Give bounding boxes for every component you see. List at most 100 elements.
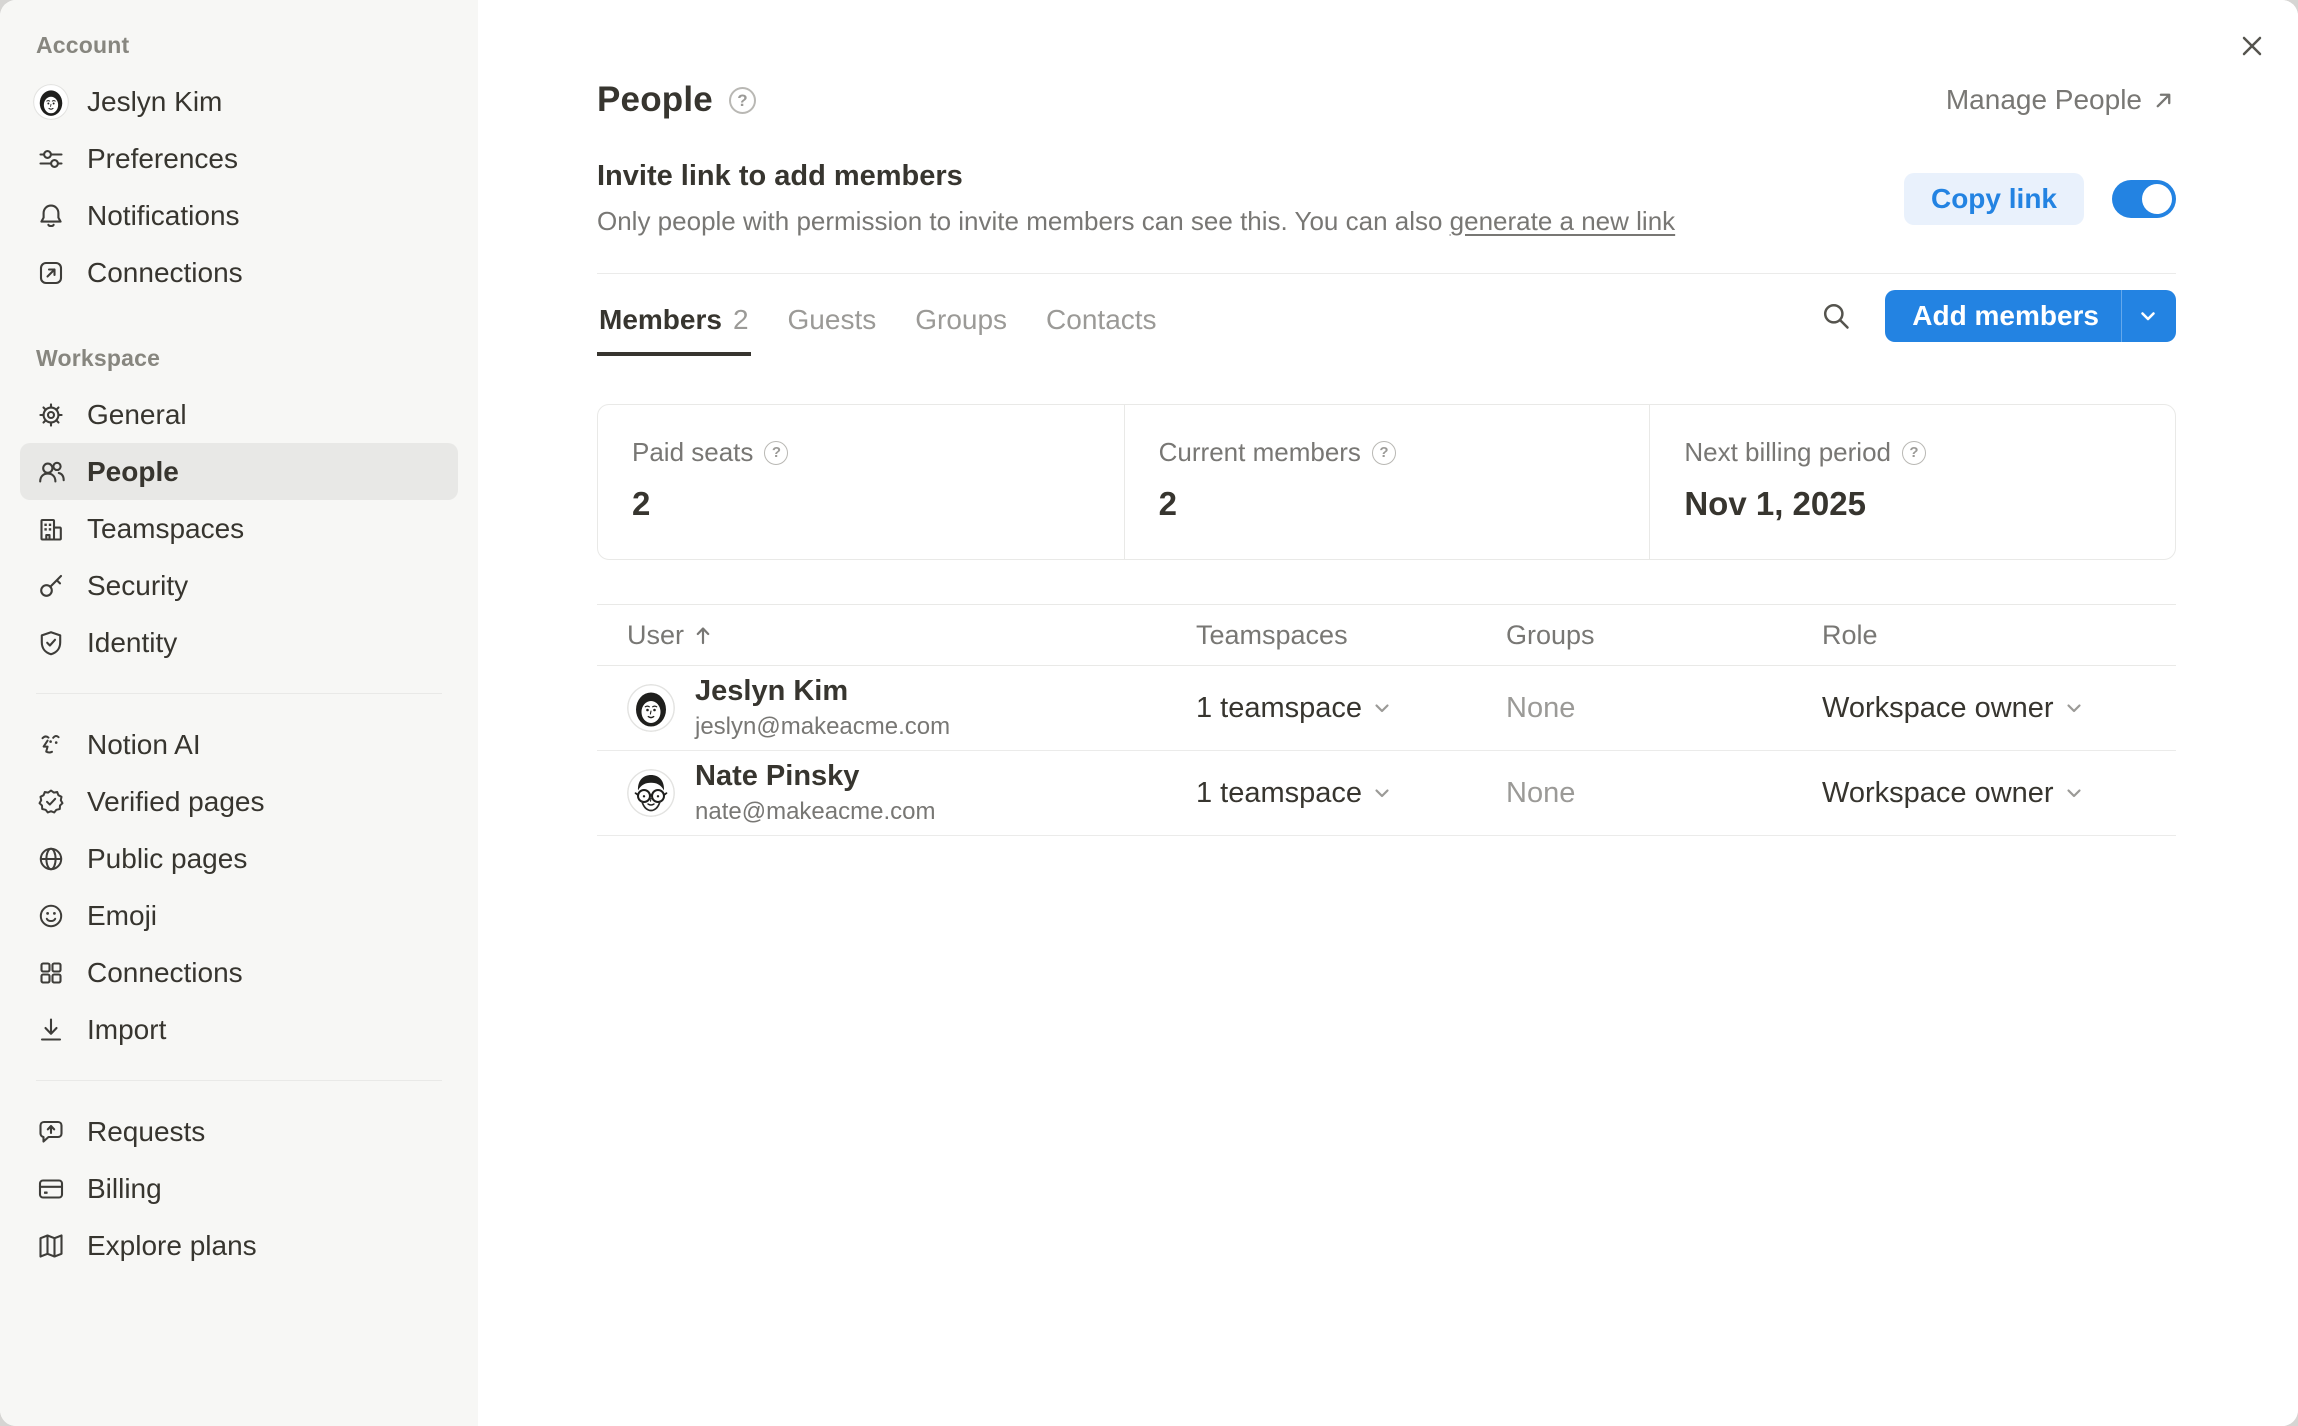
sidebar-item-label: Requests xyxy=(87,1116,205,1148)
chevron-down-icon xyxy=(2063,697,2085,719)
import-download-icon xyxy=(36,1015,66,1045)
sidebar-item-label: Public pages xyxy=(87,843,247,875)
tab-groups[interactable]: Groups xyxy=(913,292,1009,356)
sidebar-item-account-connections[interactable]: Connections xyxy=(20,244,458,301)
page-header: People ? Manage People xyxy=(597,80,2176,120)
page-title: People xyxy=(597,80,713,120)
sidebar-item-billing[interactable]: Billing xyxy=(20,1160,458,1217)
people-icon xyxy=(36,457,66,487)
sidebar-item-label: Notion AI xyxy=(87,729,201,761)
role-dropdown[interactable]: Workspace owner xyxy=(1822,777,2176,810)
credit-card-icon xyxy=(36,1174,66,1204)
help-icon[interactable]: ? xyxy=(1902,441,1926,465)
sidebar-item-emoji[interactable]: Emoji xyxy=(20,887,458,944)
generate-new-link[interactable]: generate a new link xyxy=(1450,206,1675,236)
column-header-teamspaces[interactable]: Teamspaces xyxy=(1196,620,1506,651)
globe-icon xyxy=(36,844,66,874)
table-header: User Teamspaces Groups Role xyxy=(597,604,2176,666)
groups-value: None xyxy=(1506,692,1822,725)
sidebar-item-teamspaces[interactable]: Teamspaces xyxy=(20,500,458,557)
teamspaces-dropdown[interactable]: 1 teamspace xyxy=(1196,777,1506,810)
sidebar-item-label: Billing xyxy=(87,1173,162,1205)
sidebar-item-public-pages[interactable]: Public pages xyxy=(20,830,458,887)
billing-summary: Paid seats ? 2 Current members ? 2 Next … xyxy=(597,404,2176,560)
column-header-groups[interactable]: Groups xyxy=(1506,620,1822,651)
sidebar-item-workspace-connections[interactable]: Connections xyxy=(20,944,458,1001)
sidebar-item-people[interactable]: People xyxy=(20,443,458,500)
sidebar-item-label: Connections xyxy=(87,957,243,989)
stat-label: Paid seats xyxy=(632,437,753,468)
sidebar-item-preferences[interactable]: Preferences xyxy=(20,130,458,187)
grid-icon xyxy=(36,958,66,988)
sidebar-item-requests[interactable]: Requests xyxy=(20,1103,458,1160)
sidebar-divider xyxy=(36,693,442,694)
stat-current-members: Current members ? 2 xyxy=(1124,405,1650,559)
sidebar-item-identity[interactable]: Identity xyxy=(20,614,458,671)
invite-description-text: Only people with permission to invite me… xyxy=(597,206,1450,236)
members-table: User Teamspaces Groups Role Jeslyn Kim xyxy=(597,604,2176,836)
member-name: Nate Pinsky xyxy=(695,760,935,793)
close-icon xyxy=(2238,32,2266,60)
workspace-settings-dialog: Account Jeslyn Kim Preferences Notificat… xyxy=(0,0,2298,1426)
section-divider xyxy=(597,273,2176,274)
stat-label: Current members xyxy=(1159,437,1361,468)
sidebar-divider xyxy=(36,1080,442,1081)
teamspaces-dropdown[interactable]: 1 teamspace xyxy=(1196,692,1506,725)
sidebar-item-label: General xyxy=(87,399,187,431)
sidebar-section-account: Account Jeslyn Kim Preferences Notificat… xyxy=(20,26,458,301)
sliders-icon xyxy=(36,144,66,174)
avatar-nate xyxy=(627,769,675,817)
sidebar-section-workspace-tools: Notion AI Verified pages Public pages Em… xyxy=(20,716,458,1058)
sidebar-item-notion-ai[interactable]: Notion AI xyxy=(20,716,458,773)
invite-description: Only people with permission to invite me… xyxy=(597,206,1675,237)
help-icon[interactable]: ? xyxy=(1372,441,1396,465)
sidebar-item-label: Security xyxy=(87,570,188,602)
add-members-button[interactable]: Add members xyxy=(1885,290,2176,342)
verified-badge-icon xyxy=(36,787,66,817)
section-label-account: Account xyxy=(20,26,458,73)
tab-guests[interactable]: Guests xyxy=(786,292,879,356)
member-row-jeslyn: Jeslyn Kim jeslyn@makeacme.com 1 teamspa… xyxy=(597,666,2176,751)
invite-heading: Invite link to add members xyxy=(597,160,1675,193)
copy-link-button[interactable]: Copy link xyxy=(1904,173,2084,225)
sidebar-item-notifications[interactable]: Notifications xyxy=(20,187,458,244)
stat-value: 2 xyxy=(632,485,1090,523)
search-icon[interactable] xyxy=(1820,300,1853,333)
help-icon[interactable]: ? xyxy=(729,87,756,114)
notion-ai-doodle-face-icon xyxy=(36,730,66,760)
sidebar-item-label: Preferences xyxy=(87,143,238,175)
tab-members[interactable]: Members 2 xyxy=(597,292,751,356)
sidebar-item-label: Emoji xyxy=(87,900,157,932)
sidebar-item-general[interactable]: General xyxy=(20,386,458,443)
manage-people-label: Manage People xyxy=(1946,84,2142,116)
manage-people-link[interactable]: Manage People xyxy=(1946,84,2176,116)
building-icon xyxy=(36,514,66,544)
sidebar-item-label: Import xyxy=(87,1014,166,1046)
member-email: jeslyn@makeacme.com xyxy=(695,713,950,741)
help-icon[interactable]: ? xyxy=(764,441,788,465)
stat-next-billing-period: Next billing period ? Nov 1, 2025 xyxy=(1649,405,2175,559)
sidebar-item-import[interactable]: Import xyxy=(20,1001,458,1058)
close-button[interactable] xyxy=(2228,22,2276,70)
arrow-up-right-icon xyxy=(2151,88,2176,113)
column-header-role[interactable]: Role xyxy=(1822,620,2176,651)
sidebar-item-account-user[interactable]: Jeslyn Kim xyxy=(20,73,458,130)
sidebar-item-security[interactable]: Security xyxy=(20,557,458,614)
stat-value: 2 xyxy=(1159,485,1616,523)
key-icon xyxy=(36,571,66,601)
bell-icon xyxy=(36,201,66,231)
settings-sidebar: Account Jeslyn Kim Preferences Notificat… xyxy=(0,0,478,1426)
chevron-down-icon xyxy=(1371,697,1393,719)
sidebar-item-label: People xyxy=(87,456,179,488)
sidebar-item-verified-pages[interactable]: Verified pages xyxy=(20,773,458,830)
invite-link-toggle[interactable] xyxy=(2112,180,2176,218)
role-dropdown[interactable]: Workspace owner xyxy=(1822,692,2176,725)
toggle-knob xyxy=(2142,184,2172,214)
column-header-user[interactable]: User xyxy=(597,620,1196,651)
stat-value: Nov 1, 2025 xyxy=(1684,485,2141,523)
member-row-nate: Nate Pinsky nate@makeacme.com 1 teamspac… xyxy=(597,751,2176,836)
tab-contacts[interactable]: Contacts xyxy=(1044,292,1159,356)
groups-value: None xyxy=(1506,777,1822,810)
sidebar-item-label: Identity xyxy=(87,627,177,659)
sidebar-item-explore-plans[interactable]: Explore plans xyxy=(20,1217,458,1274)
